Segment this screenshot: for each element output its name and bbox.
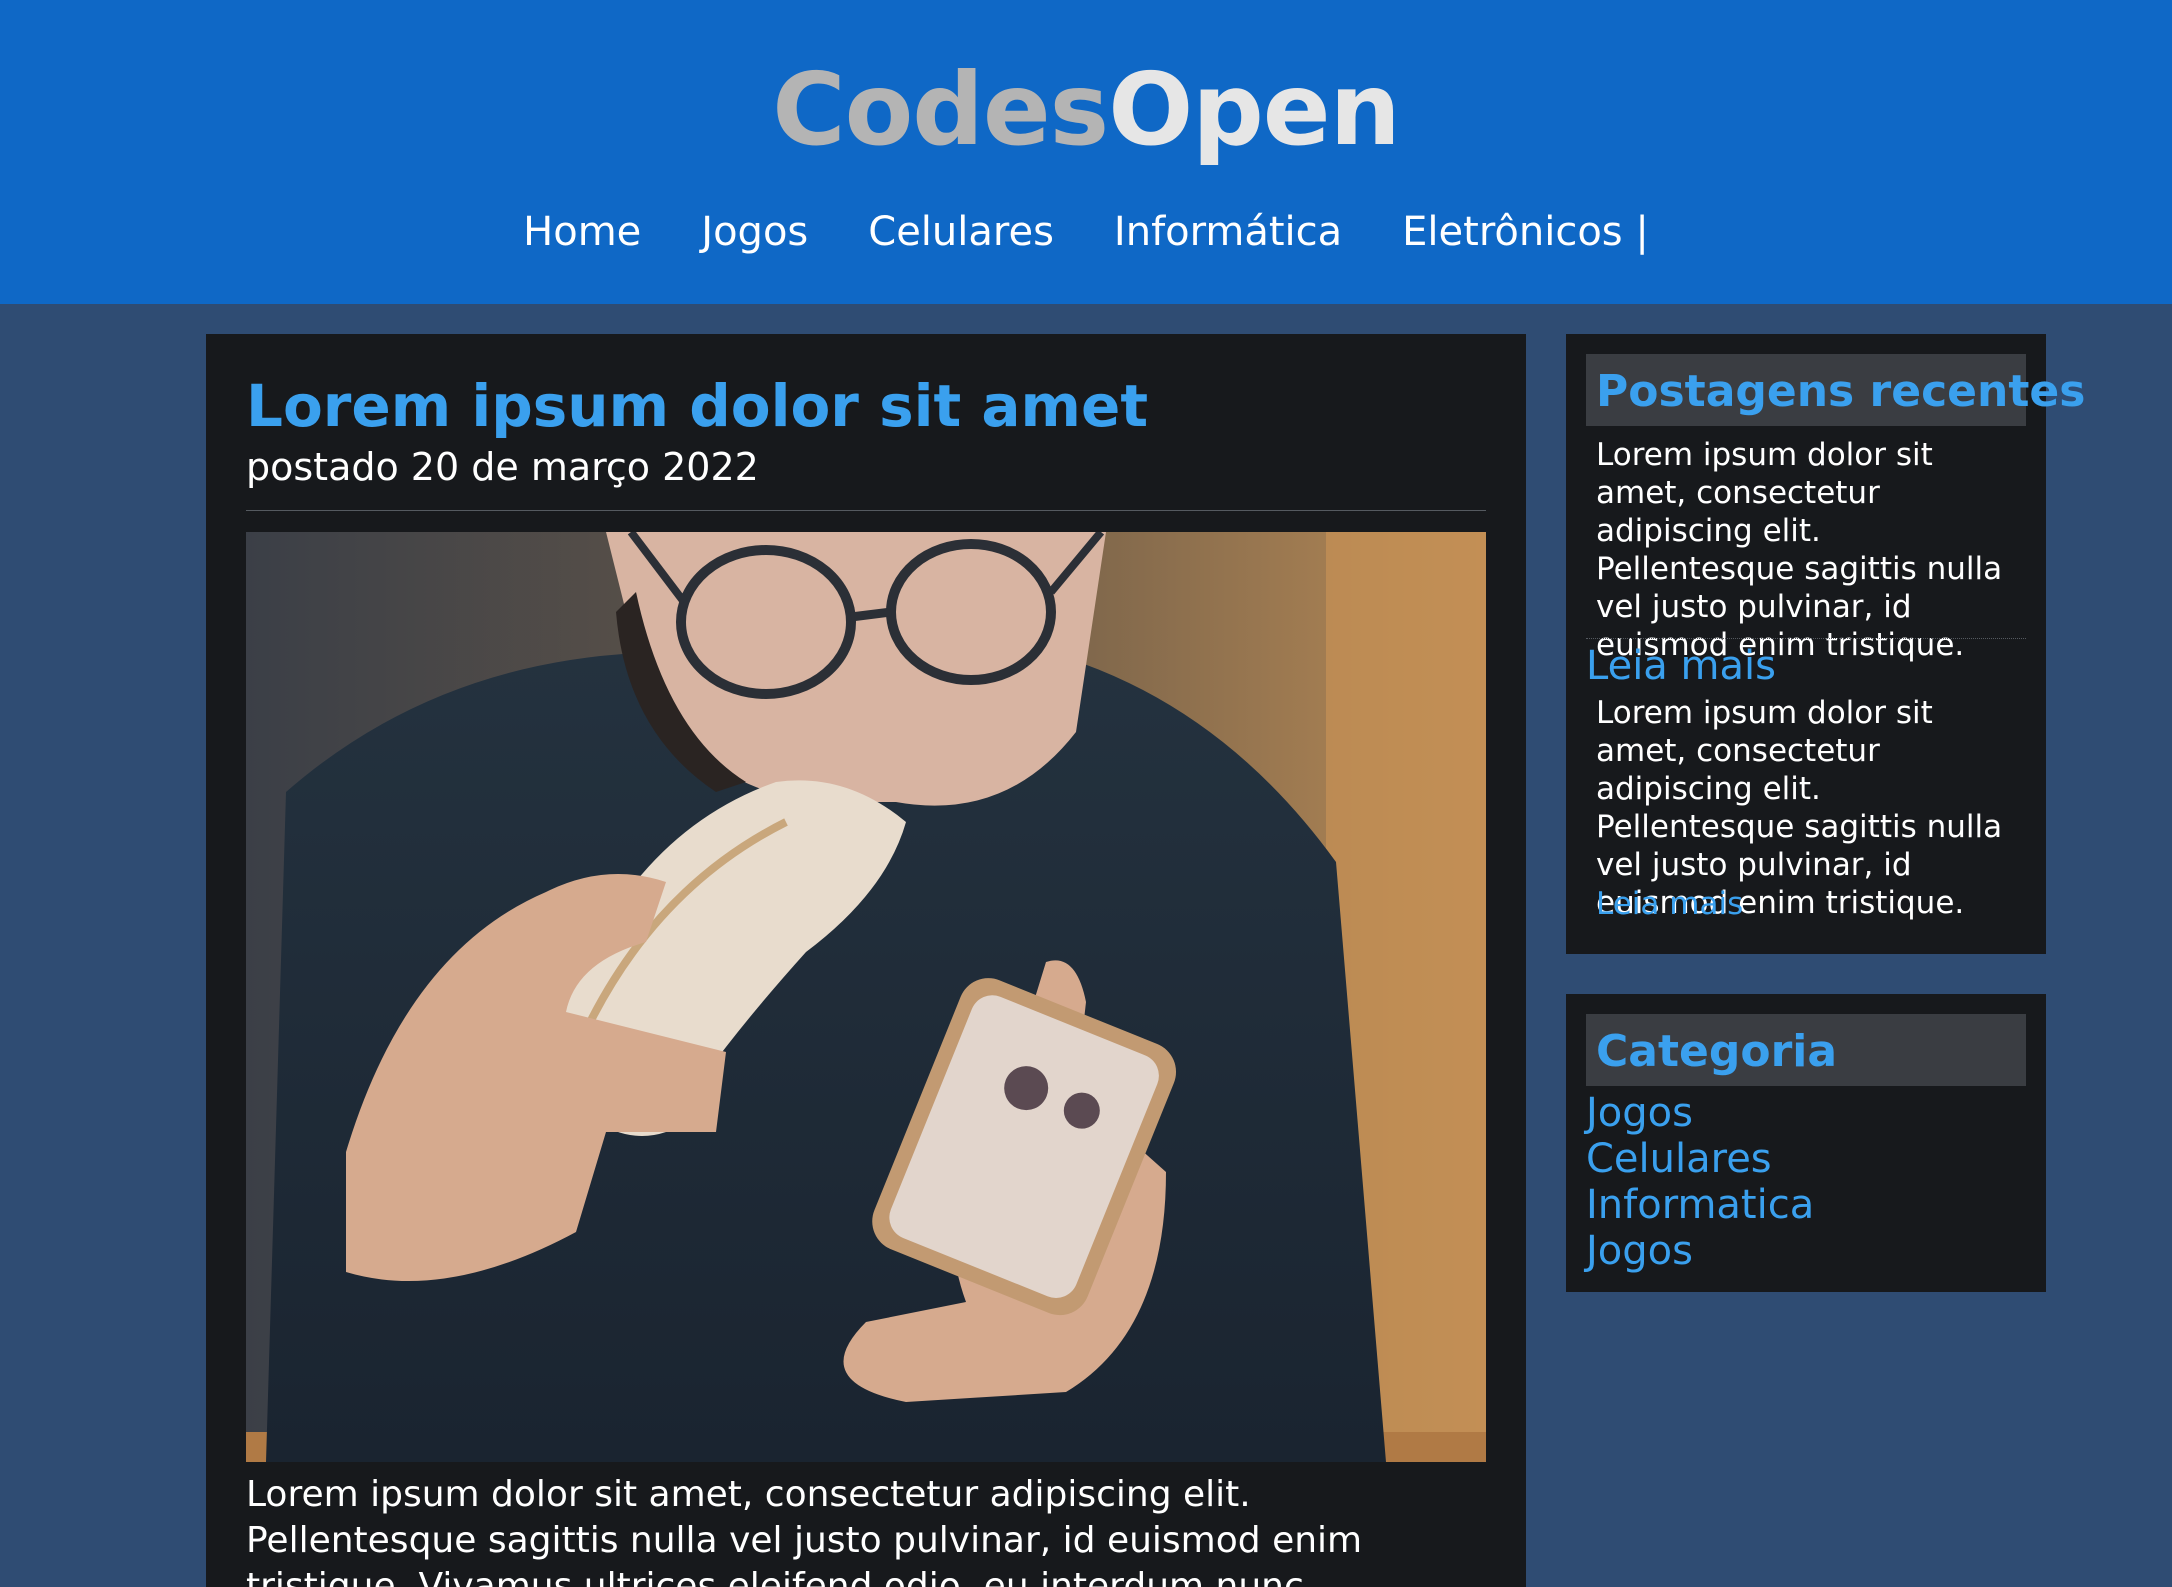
category-link-jogos[interactable]: Jogos [1586,1228,1693,1274]
logo-part-open: Open [1108,51,1401,168]
nav-informatica[interactable]: Informática [1114,200,1342,264]
category-link-informatica[interactable]: Informatica [1586,1182,1814,1228]
read-more-link[interactable]: Leia mais [1586,640,1776,692]
nav-home[interactable]: Home [523,200,641,264]
category-item: Jogos [1586,1228,1814,1274]
article-date: postado 20 de março 2022 [246,445,759,489]
nav-celulares[interactable]: Celulares [868,200,1054,264]
category-widget: Categoria Jogos Celulares Informatica Jo… [1566,994,2046,1292]
category-item: Celulares [1586,1136,1814,1182]
article-body: Lorem ipsum dolor sit amet, consectetur … [246,1474,1363,1587]
recent-post-excerpt: Lorem ipsum dolor sit amet, consectetur … [1596,437,2003,663]
recent-posts-title: Postagens recentes [1586,354,2085,426]
article-image [246,532,1486,1462]
category-link-jogos[interactable]: Jogos [1586,1090,1693,1136]
read-more-link[interactable]: Leia mais [1596,884,1743,924]
main-article: Lorem ipsum dolor sit amet postado 20 de… [206,334,1526,1587]
recent-post-divider [1586,638,2026,639]
category-item: Jogos [1586,1090,1814,1136]
logo-part-codes: Codes [772,51,1109,168]
nav-eletronicos[interactable]: Eletrônicos | [1402,200,1649,264]
category-link-celulares[interactable]: Celulares [1586,1136,1772,1182]
article-divider [246,510,1486,511]
recent-posts-widget: Postagens recentes Lorem ipsum dolor sit… [1566,334,2085,954]
category-title: Categoria [1586,1014,2026,1086]
article-title[interactable]: Lorem ipsum dolor sit amet [246,370,1148,442]
site-logo[interactable]: CodesOpen [0,50,2172,170]
main-nav: Home Jogos Celulares Informática Eletrôn… [0,200,2172,264]
site-header: CodesOpen Home Jogos Celulares Informáti… [0,0,2172,304]
category-item: Informatica [1586,1182,1814,1228]
category-list: Jogos Celulares Informatica Jogos [1586,1090,1814,1274]
article-photo-illustration [246,532,1486,1462]
nav-jogos[interactable]: Jogos [701,200,808,264]
